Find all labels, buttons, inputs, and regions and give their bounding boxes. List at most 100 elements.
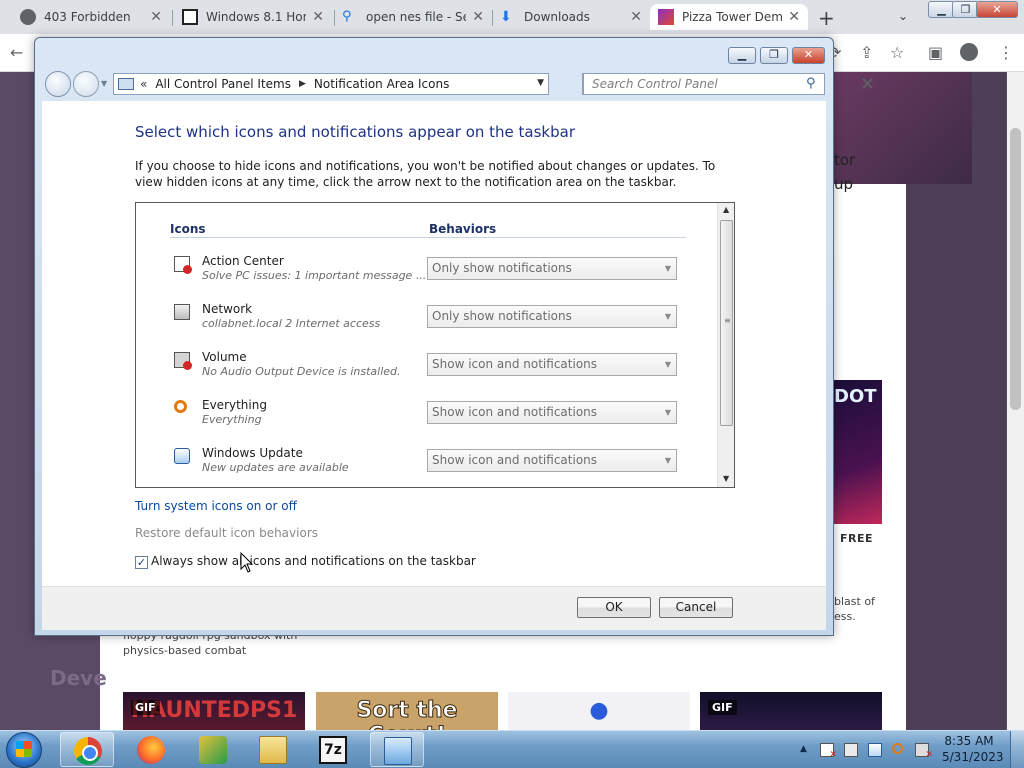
close-tab-icon[interactable]: ✕ [788, 9, 800, 25]
new-tab-icon[interactable]: + [818, 6, 835, 30]
column-header-behaviors: Behaviors [429, 222, 497, 236]
maximize-icon[interactable]: ❐ [952, 1, 979, 18]
breadcrumb-separator-icon[interactable]: ▶ [299, 79, 306, 89]
chevron-down-icon[interactable]: ⌄ [898, 9, 908, 23]
back-button[interactable] [45, 71, 71, 97]
windows-update-icon[interactable] [868, 743, 882, 757]
clock-time[interactable]: 8:35 AM [942, 734, 996, 748]
globe-icon [20, 9, 36, 25]
side-panel-icon[interactable]: ▣ [928, 43, 943, 62]
back-arrow-icon[interactable]: ← [10, 43, 23, 62]
breadcrumb-overflow-icon[interactable]: « [140, 77, 147, 91]
taskbar-firefox-button[interactable] [124, 732, 178, 767]
scroll-up-arrow-icon[interactable]: ▲ [723, 205, 729, 214]
everything-search-icon[interactable] [892, 743, 903, 754]
page-description: If you choose to hide icons and notifica… [135, 159, 716, 189]
notification-icons-list: Icons Behaviors Action Center Solve PC i… [135, 202, 735, 488]
list-item: Windows Update New updates are available… [170, 446, 680, 486]
chevron-down-icon: ▼ [664, 312, 671, 321]
show-hidden-icons-arrow-icon[interactable]: ▲ [800, 744, 807, 754]
item-name: Network [202, 302, 253, 316]
behavior-dropdown[interactable]: Show icon and notifications ▼ [427, 449, 677, 472]
7zip-icon: 7z [319, 736, 347, 764]
folder-icon [259, 736, 287, 764]
game-thumbnail-title: DOT [834, 386, 877, 407]
taskbar-control-panel-button[interactable] [370, 732, 424, 767]
network-icon[interactable] [844, 743, 858, 757]
item-subtitle: New updates are available [202, 461, 349, 474]
chevron-down-icon[interactable]: ▼ [537, 78, 544, 88]
share-icon[interactable]: ⇪ [860, 43, 873, 62]
free-badge: FREE [840, 532, 874, 545]
game-tile[interactable]: GIF [700, 692, 882, 730]
action-center-icon[interactable] [820, 743, 837, 760]
taskbar-chrome-button[interactable] [60, 732, 114, 767]
control-panel-window: ▁ ❐ ✕ ▼ « All Control Panel Items ▶ Noti… [34, 37, 834, 636]
always-show-checkbox[interactable]: ✓ [135, 556, 148, 569]
close-icon[interactable]: ✕ [976, 1, 1018, 18]
search-icon: ⚲ [342, 9, 352, 24]
network-icon [174, 304, 190, 320]
taskbar-explorer-button[interactable] [246, 732, 300, 767]
breadcrumb-item[interactable]: All Control Panel Items [155, 77, 291, 91]
list-scrollbar-thumb[interactable]: ≡ [720, 220, 733, 426]
forward-button[interactable] [73, 71, 99, 97]
browser-tab[interactable]: ⚲ open nes file - Se ✕ [334, 4, 492, 30]
list-scrollbar[interactable]: ▲ ≡ ▼ [717, 203, 734, 487]
behavior-dropdown[interactable]: Show icon and notifications ▼ [427, 353, 677, 376]
close-tab-icon[interactable]: ✕ [150, 9, 162, 25]
browser-tab[interactable]: Windows 8.1 Hom ✕ [174, 4, 332, 30]
menu-kebab-icon[interactable]: ⋮ [998, 43, 1014, 62]
browser-tab[interactable]: ⬇ Downloads ✕ [492, 4, 650, 30]
browser-tab[interactable]: 403 Forbidden ✕ [12, 4, 170, 30]
windows-update-icon [174, 448, 190, 464]
profile-avatar-icon[interactable] [960, 43, 978, 61]
page-text-fragment: tor up [834, 151, 856, 193]
taskbar-7zip-button[interactable]: 7z [306, 732, 360, 767]
always-show-label[interactable]: Always show all icons and notifications … [151, 554, 476, 568]
search-input[interactable] [583, 73, 825, 95]
gif-badge: GIF [131, 700, 160, 715]
download-icon: ⬇ [500, 9, 512, 25]
chevron-down-icon: ▼ [664, 408, 671, 417]
clock-date[interactable]: 5/31/2023 [942, 750, 1004, 764]
scroll-down-arrow-icon[interactable]: ▼ [723, 474, 729, 483]
page-title: Select which icons and notifications app… [135, 123, 575, 141]
behavior-dropdown[interactable]: Only show notifications ▼ [427, 305, 677, 328]
dialog-footer: OK Cancel [42, 586, 826, 630]
behavior-dropdown[interactable]: Only show notifications ▼ [427, 257, 677, 280]
ok-button[interactable]: OK [577, 597, 651, 618]
turn-system-icons-link[interactable]: Turn system icons on or off [135, 499, 297, 513]
page-scrollbar-thumb[interactable] [1010, 128, 1021, 410]
chevron-down-icon: ▼ [664, 360, 671, 369]
browser-tab-active[interactable]: Pizza Tower Demo ✕ [650, 4, 808, 30]
close-tab-icon[interactable]: ✕ [312, 9, 324, 25]
maximize-icon[interactable]: ❐ [760, 47, 788, 64]
address-bar[interactable]: « All Control Panel Items ▶ Notification… [113, 73, 549, 95]
game-tile[interactable]: HAUNTEDPS1 GIF [123, 692, 305, 730]
behavior-dropdown[interactable]: Show icon and notifications ▼ [427, 401, 677, 424]
taskbar-app-button[interactable] [186, 732, 240, 767]
game-tile[interactable]: Sort the Court! [316, 692, 498, 730]
list-item: Network collabnet.local 2 Internet acces… [170, 302, 680, 342]
recent-pages-chevron-icon[interactable]: ▼ [101, 79, 107, 88]
game-icon [658, 9, 674, 25]
control-panel-icon [118, 78, 134, 90]
breadcrumb-item[interactable]: Notification Area Icons [314, 77, 449, 91]
restore-defaults-link[interactable]: Restore default icon behaviors [135, 526, 318, 540]
bookmark-star-icon[interactable]: ☆ [890, 43, 904, 62]
search-icon[interactable]: ⚲ [806, 76, 816, 91]
minimize-icon[interactable]: ▁ [928, 1, 955, 18]
sonic-art: ● [589, 698, 609, 723]
volume-icon[interactable] [915, 743, 933, 760]
close-tab-icon[interactable]: ✕ [472, 9, 484, 25]
volume-icon [174, 352, 192, 370]
close-icon[interactable]: ✕ [860, 74, 875, 95]
close-tab-icon[interactable]: ✕ [630, 9, 642, 25]
show-desktop-button[interactable] [1010, 731, 1024, 768]
close-icon[interactable]: ✕ [792, 47, 825, 64]
minimize-icon[interactable]: ▁ [728, 47, 756, 64]
cancel-button[interactable]: Cancel [659, 597, 733, 618]
game-tile[interactable]: ● [508, 692, 690, 730]
firefox-icon [137, 736, 165, 764]
